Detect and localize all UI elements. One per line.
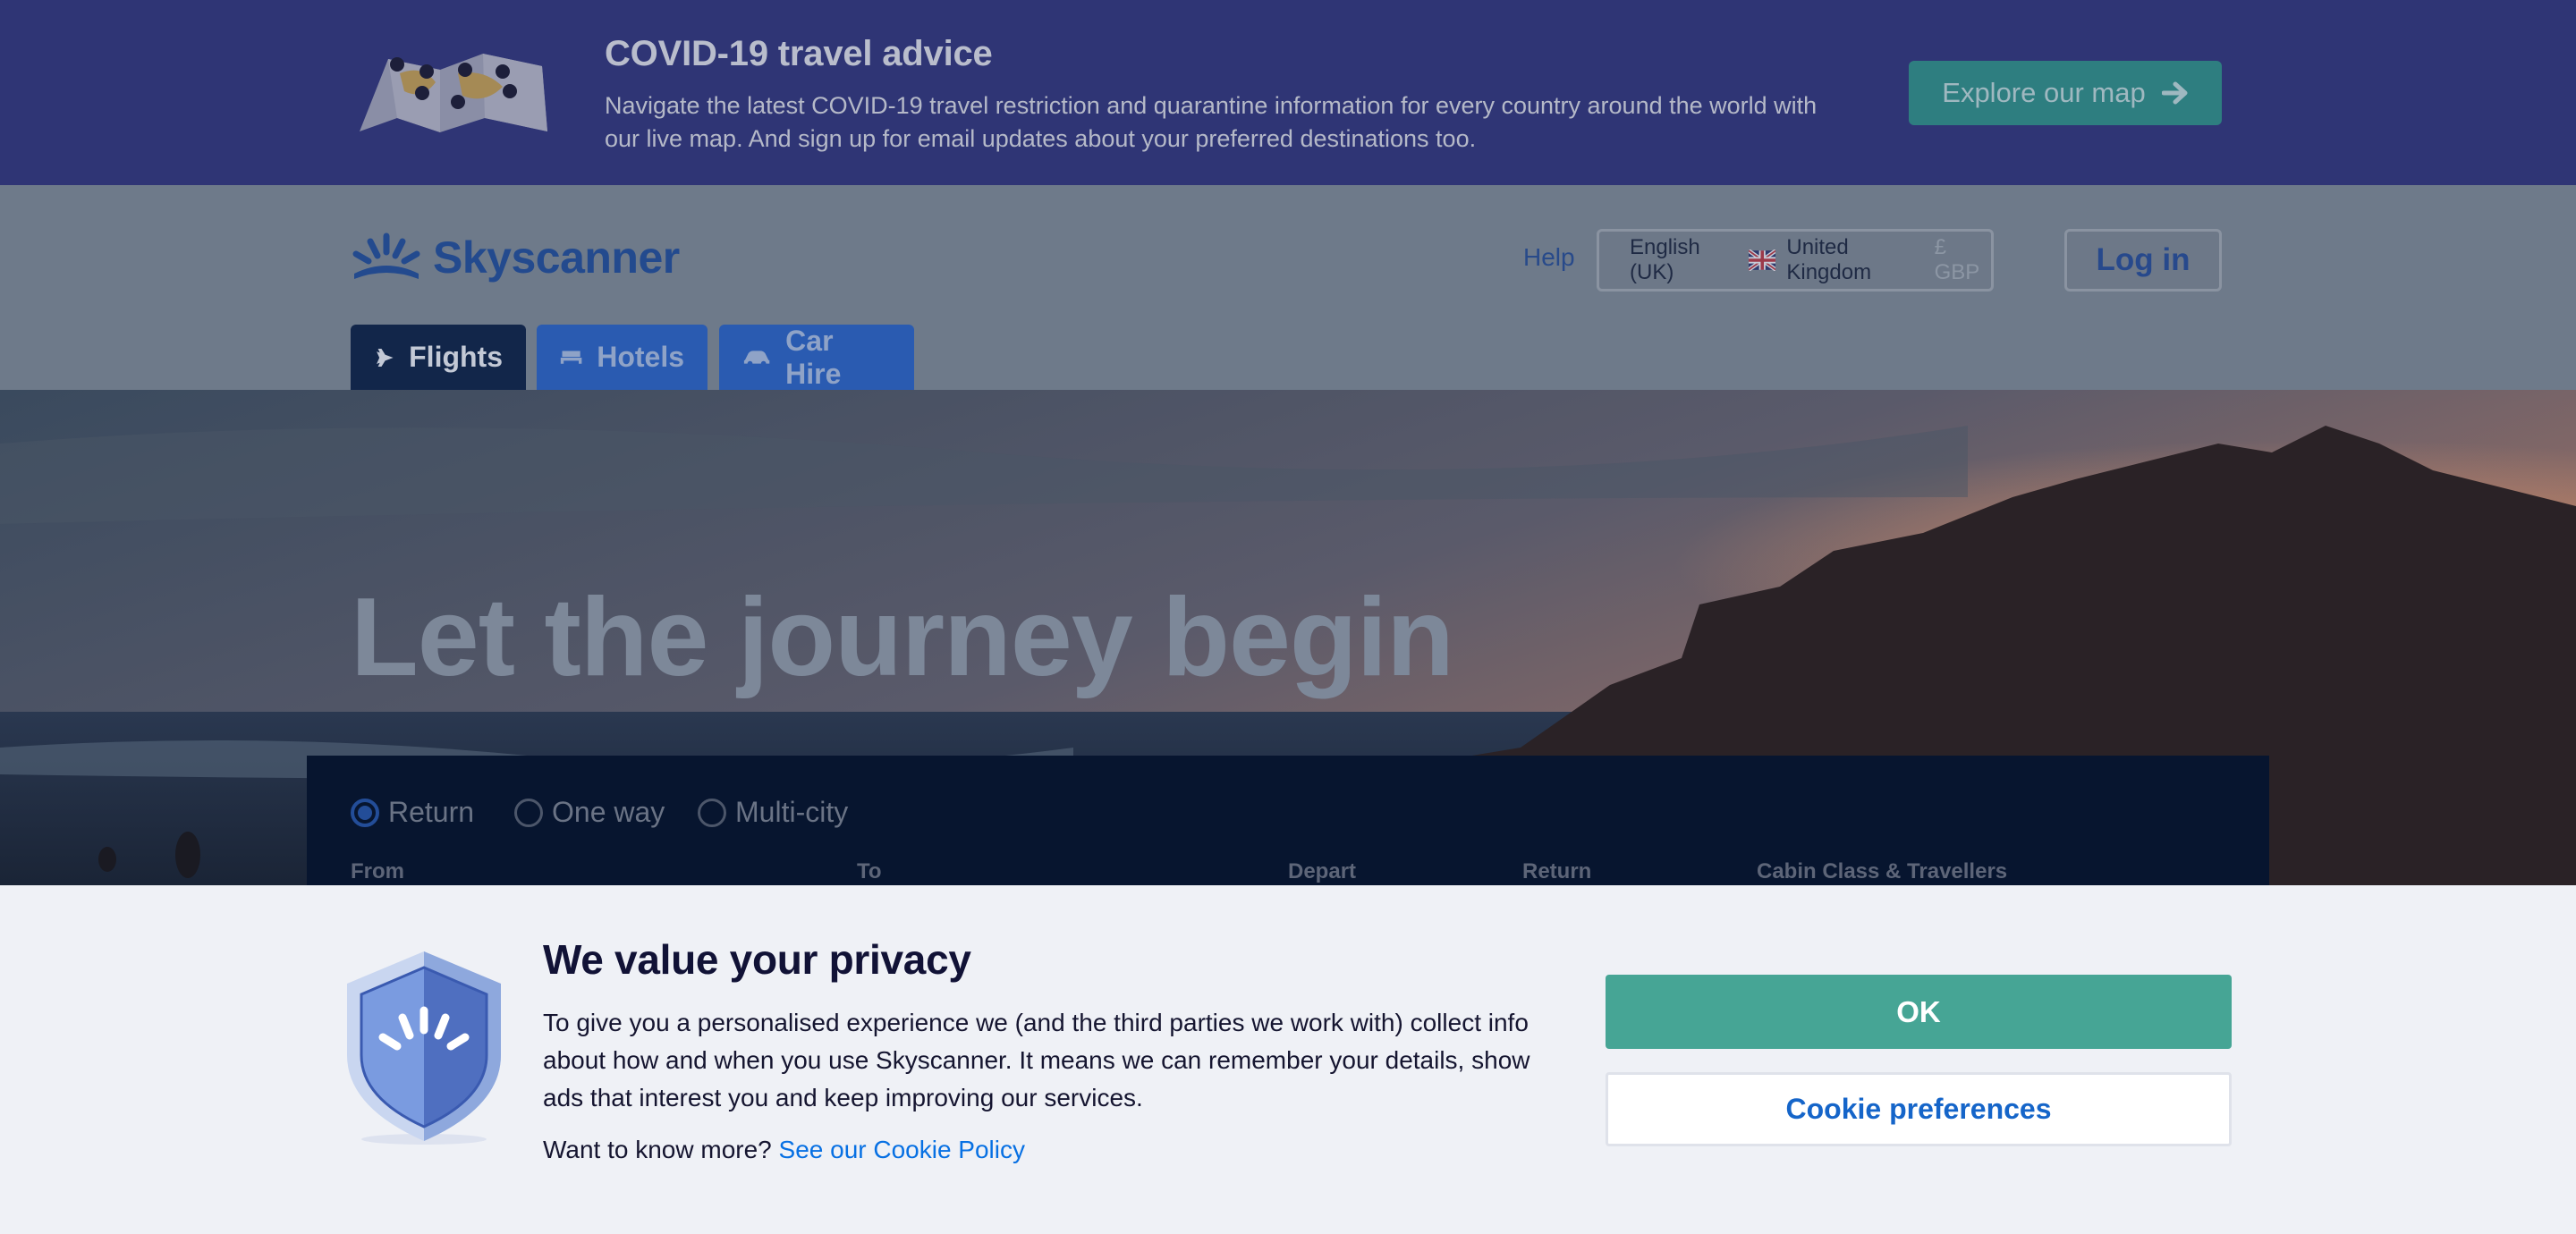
depart-label: Depart: [1288, 859, 1357, 883]
covid-banner: COVID-19 travel advice Navigate the late…: [0, 0, 2576, 185]
trip-type-one-way[interactable]: One way: [514, 796, 665, 829]
locale-selector[interactable]: English (UK) United Kingdom £ GBP: [1597, 229, 1994, 292]
tab-label: Flights: [409, 341, 503, 373]
login-button[interactable]: Log in: [2064, 229, 2222, 292]
return-label: Return: [1522, 859, 1592, 883]
to-label: To: [857, 859, 882, 883]
tab-hotels[interactable]: Hotels: [537, 325, 708, 390]
currency-label: £ GBP: [1934, 235, 1980, 284]
trip-type-label: One way: [552, 796, 665, 828]
tab-flights[interactable]: Flights: [351, 325, 526, 390]
tab-label: Hotels: [597, 341, 684, 373]
trip-type-label: Return: [388, 796, 475, 828]
plane-icon: [377, 348, 394, 367]
cookie-more-info: Want to know more? See our Cookie Policy: [543, 1136, 1025, 1164]
tab-car-hire[interactable]: Car Hire: [719, 325, 914, 390]
explore-map-label: Explore our map: [1942, 77, 2146, 108]
radio-checked[interactable]: [351, 798, 379, 827]
cookie-title: We value your privacy: [543, 936, 971, 983]
world-map-icon: [360, 54, 547, 132]
help-link[interactable]: Help: [1523, 243, 1575, 272]
logo-text: Skyscanner: [433, 232, 680, 283]
trip-type-return[interactable]: Return: [351, 796, 474, 829]
covid-title: COVID-19 travel advice: [605, 34, 993, 73]
sunrise-logo-icon: [352, 232, 420, 279]
uk-flag-icon: [1748, 249, 1776, 271]
bed-icon: [560, 350, 582, 364]
hero-title: Let the journey begin: [351, 576, 1454, 699]
tab-label: Car Hire: [785, 324, 842, 390]
car-icon: [743, 350, 770, 366]
skyscanner-logo[interactable]: Skyscanner: [351, 226, 680, 289]
cabin-travellers-label: Cabin Class & Travellers: [1757, 859, 2008, 883]
cookie-ok-button[interactable]: OK: [1606, 975, 2232, 1049]
cookie-description: To give you a personalised experience we…: [543, 1009, 1530, 1111]
covid-description: Navigate the latest COVID-19 travel rest…: [605, 92, 1818, 152]
language-label: English (UK): [1630, 235, 1700, 284]
trip-type-label: Multi-city: [735, 796, 849, 828]
radio-unchecked[interactable]: [698, 798, 726, 827]
trip-type-multi-city[interactable]: Multi-city: [698, 796, 848, 829]
radio-unchecked[interactable]: [514, 798, 543, 827]
explore-map-button[interactable]: Explore our map: [1909, 61, 2222, 125]
country-label: United Kingdom: [1786, 235, 1872, 284]
privacy-shield-icon: [347, 951, 501, 1145]
arrow-right-icon: [2161, 81, 2188, 105]
cookie-policy-link[interactable]: See our Cookie Policy: [779, 1136, 1025, 1163]
cookie-more-prefix: Want to know more?: [543, 1136, 772, 1163]
cookie-preferences-button[interactable]: Cookie preferences: [1606, 1072, 2232, 1146]
from-label: From: [351, 859, 404, 883]
